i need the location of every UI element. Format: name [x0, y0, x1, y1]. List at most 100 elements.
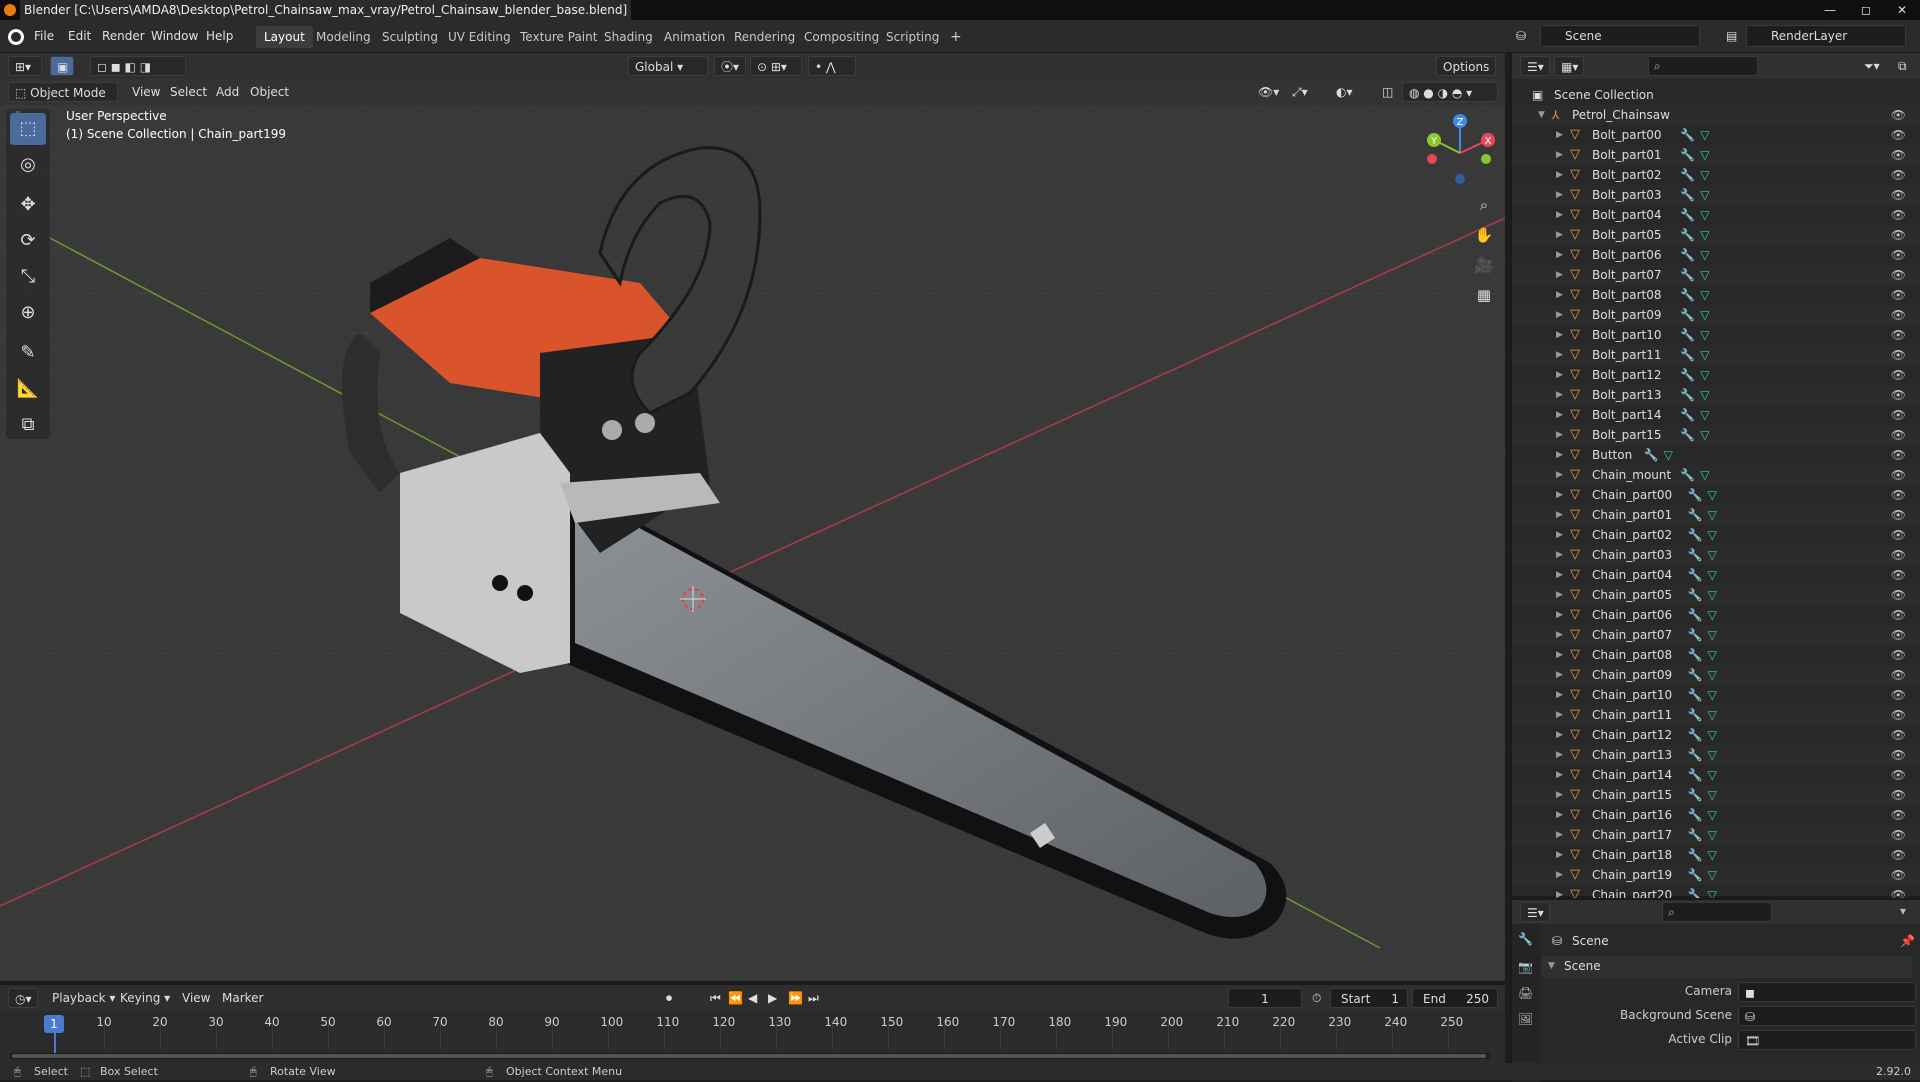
- outliner-search-input[interactable]: [1648, 56, 1758, 76]
- expand-arrow-icon[interactable]: ▶: [1556, 645, 1563, 665]
- outliner-item[interactable]: ▶ ▽ Chain_part05 🔧 ▽ 👁: [1512, 585, 1920, 605]
- modifier-wrench-icon[interactable]: 🔧: [1688, 805, 1703, 825]
- navigation-gizmo[interactable]: Z X Y: [1420, 111, 1500, 191]
- visibility-eye-icon[interactable]: 👁: [1891, 385, 1906, 405]
- mesh-data-icon[interactable]: ▽: [1708, 745, 1717, 765]
- modifier-wrench-icon[interactable]: 🔧: [1688, 665, 1703, 685]
- expand-arrow-icon[interactable]: ▶: [1556, 765, 1563, 785]
- expand-arrow-icon[interactable]: ▶: [1556, 465, 1563, 485]
- visibility-eye-icon[interactable]: 👁: [1891, 105, 1906, 125]
- viewport-menu-select[interactable]: Select: [164, 82, 213, 102]
- modifier-wrench-icon[interactable]: 🔧: [1688, 825, 1703, 845]
- modifier-wrench-icon[interactable]: 🔧: [1680, 265, 1695, 285]
- modifier-wrench-icon[interactable]: 🔧: [1680, 345, 1695, 365]
- visibility-eye-icon[interactable]: 👁: [1891, 325, 1906, 345]
- mesh-data-icon[interactable]: ▽: [1708, 525, 1717, 545]
- modifier-wrench-icon[interactable]: 🔧: [1644, 445, 1659, 465]
- expand-arrow-icon[interactable]: ▶: [1556, 625, 1563, 645]
- expand-arrow-icon[interactable]: ▶: [1556, 805, 1563, 825]
- tab-layout[interactable]: Layout: [256, 26, 313, 48]
- modifier-wrench-icon[interactable]: 🔧: [1680, 305, 1695, 325]
- mesh-data-icon[interactable]: ▽: [1708, 825, 1717, 845]
- visibility-eye-icon[interactable]: 👁: [1891, 725, 1906, 745]
- outliner-item[interactable]: ▶ ▽ Chain_part16 🔧 ▽ 👁: [1512, 805, 1920, 825]
- mesh-data-icon[interactable]: ▽: [1700, 345, 1709, 365]
- expand-arrow-icon[interactable]: ▶: [1556, 565, 1563, 585]
- viewport-scene[interactable]: [0, 53, 1505, 981]
- visibility-eye-icon[interactable]: 👁: [1891, 805, 1906, 825]
- outliner-item[interactable]: ▶ ▽ Chain_part18 🔧 ▽ 👁: [1512, 845, 1920, 865]
- tab-rendering[interactable]: Rendering: [726, 26, 803, 48]
- visibility-eye-icon[interactable]: 👁: [1891, 305, 1906, 325]
- menu-render[interactable]: Render: [96, 26, 151, 46]
- tab-shading[interactable]: Shading: [596, 26, 661, 48]
- modifier-wrench-icon[interactable]: 🔧: [1680, 185, 1695, 205]
- expand-arrow-icon[interactable]: ▶: [1556, 725, 1563, 745]
- expand-arrow-icon[interactable]: ▶: [1556, 285, 1563, 305]
- visibility-eye-icon[interactable]: 👁: [1891, 265, 1906, 285]
- modifier-wrench-icon[interactable]: 🔧: [1688, 645, 1703, 665]
- mesh-data-icon[interactable]: ▽: [1700, 145, 1709, 165]
- expand-arrow-icon[interactable]: ▶: [1556, 205, 1563, 225]
- visibility-eye-icon[interactable]: 👁: [1891, 285, 1906, 305]
- outliner-item[interactable]: ▶ ▽ Chain_part15 🔧 ▽ 👁: [1512, 785, 1920, 805]
- expand-arrow-icon[interactable]: ▶: [1556, 485, 1563, 505]
- visibility-icon[interactable]: 👁▾: [1252, 82, 1285, 102]
- outliner-item[interactable]: ▶ ▽ Chain_part14 🔧 ▽ 👁: [1512, 765, 1920, 785]
- tab-scripting[interactable]: Scripting: [878, 26, 947, 48]
- expand-arrow-icon[interactable]: ▶: [1556, 865, 1563, 885]
- expand-arrow-icon[interactable]: ▶: [1556, 185, 1563, 205]
- mesh-data-icon[interactable]: ▽: [1708, 765, 1717, 785]
- outliner-item[interactable]: ▶ ▽ Bolt_part10 🔧 ▽ 👁: [1512, 325, 1920, 345]
- outliner-item[interactable]: ▶ ▽ Chain_part01 🔧 ▽ 👁: [1512, 505, 1920, 525]
- outliner-item[interactable]: ▶ ▽ Bolt_part07 🔧 ▽ 👁: [1512, 265, 1920, 285]
- timeline-scrollbar[interactable]: [10, 1053, 1490, 1059]
- outliner-item[interactable]: ▶ ▽ Chain_part09 🔧 ▽ 👁: [1512, 665, 1920, 685]
- outliner-item[interactable]: ▶ ▽ Bolt_part03 🔧 ▽ 👁: [1512, 185, 1920, 205]
- visibility-eye-icon[interactable]: 👁: [1891, 425, 1906, 445]
- expand-arrow-icon[interactable]: ▶: [1556, 125, 1563, 145]
- object-mode-dropdown[interactable]: ⬚ Object Mode ▾: [8, 82, 118, 120]
- outliner-item[interactable]: ▶ ▽ Chain_part17 🔧 ▽ 👁: [1512, 825, 1920, 845]
- modifier-wrench-icon[interactable]: 🔧: [1688, 785, 1703, 805]
- expand-arrow-icon[interactable]: ▶: [1556, 145, 1563, 165]
- mesh-data-icon[interactable]: ▽: [1700, 225, 1709, 245]
- visibility-eye-icon[interactable]: 👁: [1891, 685, 1906, 705]
- visibility-eye-icon[interactable]: 👁: [1891, 585, 1906, 605]
- tab-uv-editing[interactable]: UV Editing: [440, 26, 519, 48]
- properties-editor-type-button[interactable]: ☰▾: [1520, 902, 1550, 922]
- modifier-wrench-icon[interactable]: 🔧: [1680, 325, 1695, 345]
- pivot-point-dropdown[interactable]: ⦿▾: [714, 56, 746, 76]
- annotate-tool-icon[interactable]: ✎: [10, 337, 46, 369]
- measure-tool-icon[interactable]: 📐: [10, 373, 46, 405]
- outliner-item[interactable]: ▶ ▽ Bolt_part05 🔧 ▽ 👁: [1512, 225, 1920, 245]
- expand-arrow-icon[interactable]: ▶: [1556, 825, 1563, 845]
- modifier-wrench-icon[interactable]: 🔧: [1680, 225, 1695, 245]
- expand-arrow-icon[interactable]: ▶: [1556, 265, 1563, 285]
- expand-arrow-icon[interactable]: ▶: [1556, 665, 1563, 685]
- mesh-data-icon[interactable]: ▽: [1700, 385, 1709, 405]
- visibility-eye-icon[interactable]: 👁: [1891, 345, 1906, 365]
- outliner-item[interactable]: ▶ ▽ Bolt_part12 🔧 ▽ 👁: [1512, 365, 1920, 385]
- outliner-item[interactable]: ▶ ▽ Button 🔧 ▽ 👁: [1512, 445, 1920, 465]
- outliner-item[interactable]: ▶ ▽ Chain_part03 🔧 ▽ 👁: [1512, 545, 1920, 565]
- outliner-item[interactable]: ▶ ▽ Chain_part10 🔧 ▽ 👁: [1512, 685, 1920, 705]
- modifier-wrench-icon[interactable]: 🔧: [1680, 425, 1695, 445]
- mesh-data-icon[interactable]: ▽: [1708, 705, 1717, 725]
- mesh-data-icon[interactable]: ▽: [1700, 365, 1709, 385]
- view-layer-tab-icon[interactable]: 🖼: [1518, 1012, 1533, 1026]
- visibility-eye-icon[interactable]: 👁: [1891, 645, 1906, 665]
- viewport-menu-view[interactable]: View: [126, 82, 166, 102]
- mesh-data-icon[interactable]: ▽: [1700, 405, 1709, 425]
- outliner-item[interactable]: ▶ ▽ Bolt_part01 🔧 ▽ 👁: [1512, 145, 1920, 165]
- visibility-eye-icon[interactable]: 👁: [1891, 745, 1906, 765]
- overlay-toggle-icon[interactable]: ◐▾: [1330, 82, 1359, 102]
- modifier-wrench-icon[interactable]: 🔧: [1680, 385, 1695, 405]
- expand-arrow-icon[interactable]: ▶: [1556, 365, 1563, 385]
- outliner-item[interactable]: ▶ ▽ Bolt_part06 🔧 ▽ 👁: [1512, 245, 1920, 265]
- mesh-data-icon[interactable]: ▽: [1708, 625, 1717, 645]
- outliner-item[interactable]: ▶ ▽ Chain_mount 🔧 ▽ 👁: [1512, 465, 1920, 485]
- selection-mode-buttons[interactable]: ◻ ◼ ◧ ◨: [90, 56, 186, 76]
- view-layer-selector[interactable]: RenderLayer: [1746, 25, 1906, 47]
- modifier-wrench-icon[interactable]: 🔧: [1680, 285, 1695, 305]
